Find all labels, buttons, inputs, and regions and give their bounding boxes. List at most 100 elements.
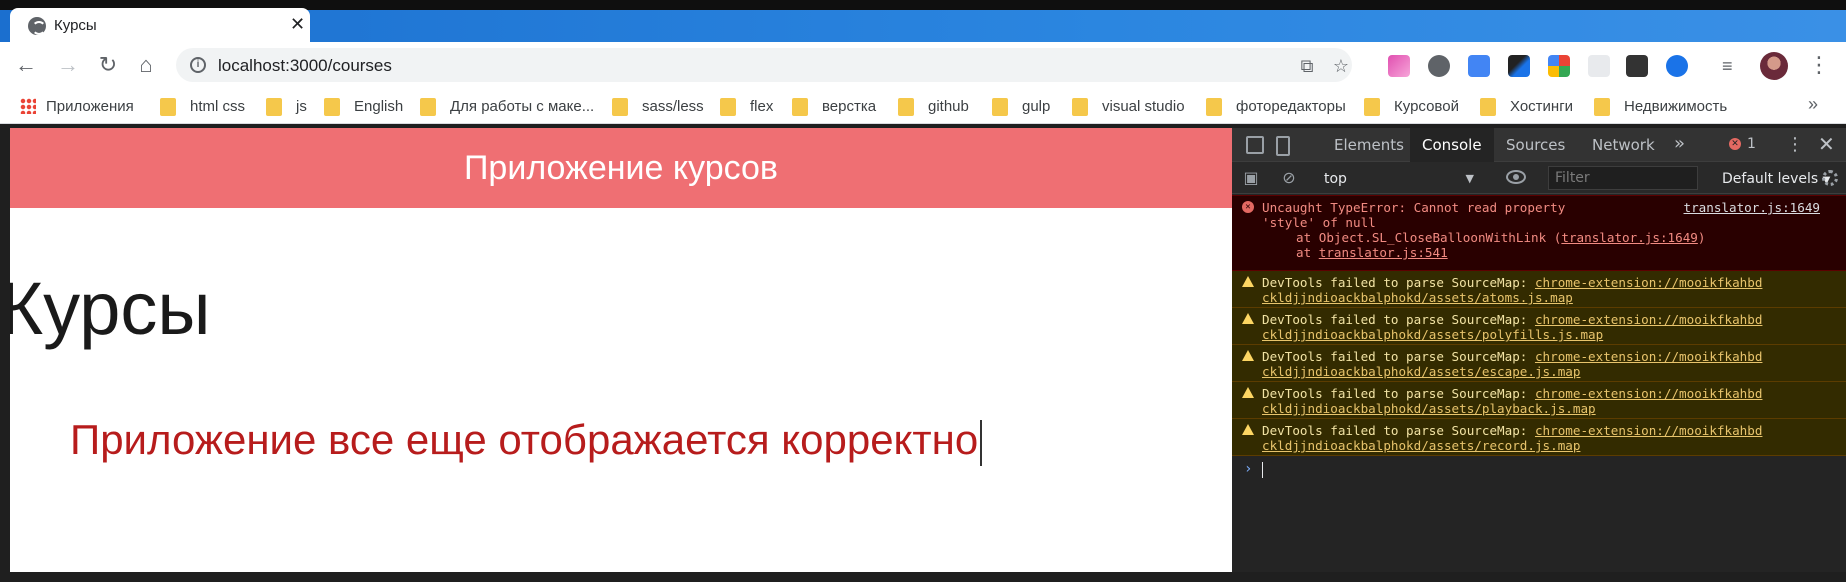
clear-console-icon[interactable]: ⊘ [1280,169,1298,187]
text-cursor [1262,462,1263,478]
console-prompt[interactable]: › [1232,456,1846,486]
media-playlist-icon[interactable]: ≡ [1722,55,1744,77]
reload-icon[interactable]: ↻ [94,51,122,79]
page-title: Курсы [10,267,211,350]
folder-icon [720,98,736,116]
globe-icon [28,17,46,35]
bookmark-apps[interactable]: Приложения [20,96,134,116]
browser-tab[interactable]: Курсы ✕ [10,8,310,42]
folder-icon [1072,98,1088,116]
bookmark-folder[interactable]: gulp [992,96,1050,116]
sourcemap-link[interactable]: ckldjjndioackbalphokd/assets/atoms.js.ma… [1262,290,1573,305]
close-devtools-icon[interactable]: ✕ [1818,132,1835,156]
sourcemap-link[interactable]: chrome-extension://mooikfkahbd [1535,275,1762,290]
devtools-menu-icon[interactable]: ⋮ [1786,134,1804,155]
status-message: Приложение все еще отображается корректн… [70,416,983,466]
error-count-badge[interactable]: ✕ 1 [1729,136,1756,152]
stack-source-link[interactable]: translator.js:541 [1319,245,1448,260]
bookmark-folder[interactable]: visual studio [1072,96,1185,116]
sourcemap-link[interactable]: chrome-extension://mooikfkahbd [1535,423,1762,438]
dropdown-arrow-icon: ▼ [1465,172,1474,185]
home-icon[interactable]: ⌂ [132,51,160,79]
extension-icon[interactable] [1428,55,1450,77]
folder-icon [1364,98,1380,116]
stack-frame: at translator.js:541 [1296,245,1448,260]
warning-icon [1242,424,1254,435]
tab-sources[interactable]: Sources [1494,128,1577,162]
translate-icon[interactable]: ⧉ [1296,55,1318,77]
color-picker-extension-icon[interactable] [1508,55,1530,77]
browser-menu-icon[interactable]: ⋮ [1808,52,1830,78]
folder-icon [160,98,176,116]
bookmark-folder[interactable]: верстка [792,96,876,116]
source-link[interactable]: translator.js:1649 [1684,200,1820,215]
extension-icon[interactable] [1388,55,1410,77]
address-bar[interactable]: i localhost:3000/courses ⧉ ☆ [176,48,1352,82]
warning-icon [1242,387,1254,398]
folder-icon [1206,98,1222,116]
tab-title: Курсы [54,17,97,34]
console-error-message: ✕ translator.js:1649 Uncaught TypeError:… [1232,195,1846,271]
device-toolbar-icon[interactable] [1276,136,1290,156]
text-cursor [980,419,983,466]
folder-icon [992,98,1008,116]
back-arrow-icon[interactable]: ← [12,51,40,79]
tab-network[interactable]: Network [1580,128,1667,162]
bookmark-folder[interactable]: English [324,96,403,116]
inspect-element-icon[interactable] [1246,136,1264,154]
tab-console[interactable]: Console [1410,128,1494,162]
stack-source-link[interactable]: translator.js:1649 [1561,230,1697,245]
filter-input[interactable] [1548,166,1698,190]
bookmark-folder[interactable]: Курсовой [1364,96,1459,116]
bookmark-folder[interactable]: sass/less [612,96,704,116]
folder-icon [792,98,808,116]
bookmark-folder[interactable]: Хостинги [1480,96,1573,116]
selenium-extension-icon[interactable] [1626,55,1648,77]
console-warning-message: DevTools failed to parse SourceMap: chro… [1232,382,1846,419]
bookmark-folder[interactable]: github [898,96,969,116]
sourcemap-link[interactable]: chrome-extension://mooikfkahbd [1535,349,1762,364]
close-tab-icon[interactable]: ✕ [290,14,305,35]
bookmark-star-icon[interactable]: ☆ [1330,55,1352,77]
site-info-icon[interactable]: i [190,57,206,73]
extension-icon[interactable] [1548,55,1570,77]
folder-icon [324,98,340,116]
devtools-tabbar: Elements Console Sources Network » ✕ 1 ⋮… [1232,128,1846,162]
sourcemap-link[interactable]: ckldjjndioackbalphokd/assets/escape.js.m… [1262,364,1580,379]
context-selector[interactable]: top ▼ [1316,168,1480,190]
folder-icon [612,98,628,116]
app-title: Приложение курсов [463,148,778,187]
bookmark-folder[interactable]: Недвижимость [1594,96,1727,116]
more-bookmarks-button[interactable]: » [1808,94,1818,115]
bookmark-folder[interactable]: js [266,96,307,116]
tab-elements[interactable]: Elements [1322,128,1416,162]
extension-icon[interactable] [1666,55,1688,77]
sidebar-toggle-icon[interactable]: ▣ [1242,169,1260,187]
extension-icon[interactable] [1588,55,1610,77]
window-titlebar: Курсы ✕ [0,0,1846,42]
bookmark-folder[interactable]: фоторедакторы [1206,96,1346,116]
bookmark-folder[interactable]: html css [160,96,245,116]
forward-arrow-icon[interactable]: → [54,51,82,79]
console-warning-message: DevTools failed to parse SourceMap: chro… [1232,419,1846,456]
sourcemap-link[interactable]: chrome-extension://mooikfkahbd [1535,312,1762,327]
app-header: Приложение курсов [10,128,1232,208]
folder-icon [898,98,914,116]
error-icon: ✕ [1729,138,1741,150]
more-tabs-button[interactable]: » [1674,133,1685,154]
folder-icon [266,98,282,116]
sourcemap-link[interactable]: ckldjjndioackbalphokd/assets/playback.js… [1262,401,1596,416]
url-text[interactable]: localhost:3000/courses [218,56,392,76]
chevron-right-icon: › [1244,461,1253,477]
live-expression-eye-icon[interactable] [1506,170,1526,184]
sourcemap-link[interactable]: ckldjjndioackbalphokd/assets/polyfills.j… [1262,327,1603,342]
sourcemap-link[interactable]: ckldjjndioackbalphokd/assets/record.js.m… [1262,438,1580,453]
warning-icon [1242,350,1254,361]
bookmark-folder[interactable]: Для работы с маке... [420,96,594,116]
sourcemap-link[interactable]: chrome-extension://mooikfkahbd [1535,386,1762,401]
log-levels-dropdown[interactable]: Default levels ▼ [1722,168,1830,192]
bookmark-folder[interactable]: flex [720,96,773,116]
google-translate-extension-icon[interactable] [1468,55,1490,77]
console-settings-gear-icon[interactable] [1822,170,1838,186]
profile-avatar[interactable] [1760,52,1788,80]
